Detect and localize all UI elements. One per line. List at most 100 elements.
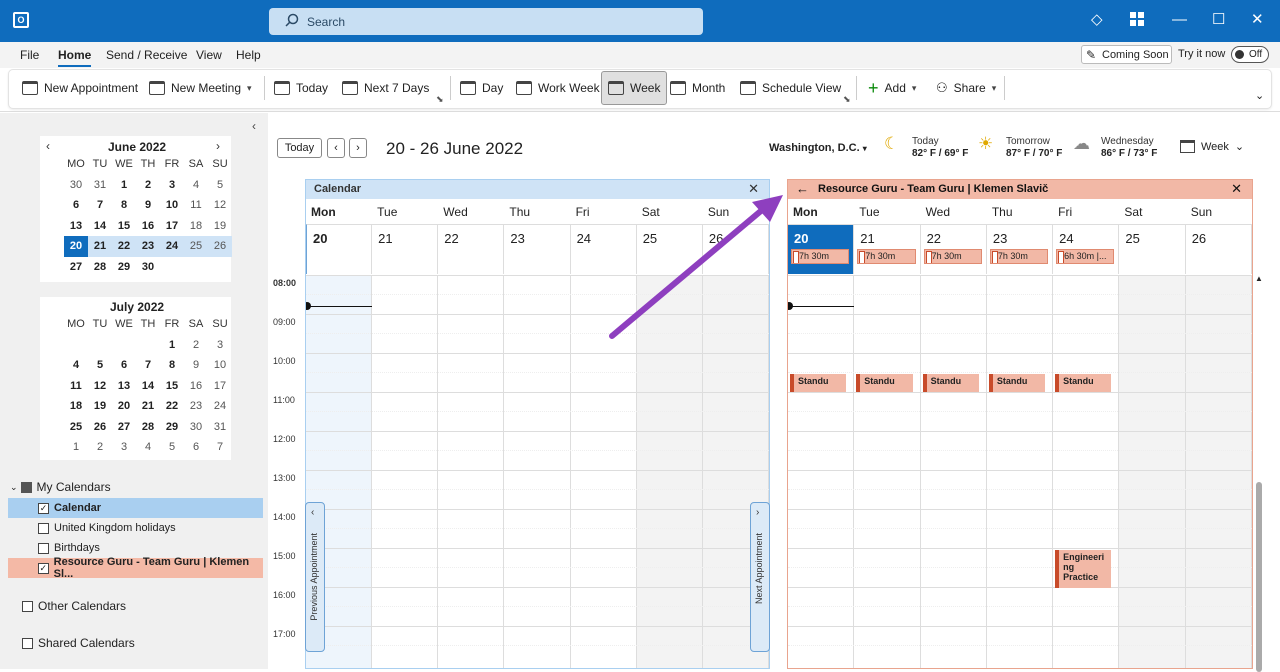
next-7-days-button[interactable]: Next 7 Days xyxy=(336,73,435,103)
minical-day[interactable]: 7 xyxy=(136,355,160,376)
weather-location[interactable]: Washington, D.C. ▾ xyxy=(769,142,867,154)
minical-day[interactable]: 1 xyxy=(112,175,136,196)
dialog-launcher-icon[interactable]: ⬊ xyxy=(843,94,851,105)
resource-guru-item[interactable]: ✓ Resource Guru - Team Guru | Klemen Sl.… xyxy=(8,556,263,580)
previous-appointment-button[interactable]: ‹ Previous Appointment xyxy=(305,502,325,652)
today-nav-button[interactable]: Today xyxy=(277,138,322,158)
minical-day[interactable]: 6 xyxy=(112,355,136,376)
allday-event[interactable]: 7h 30m xyxy=(857,249,916,264)
minical-day[interactable]: 12 xyxy=(208,195,232,216)
maximize-icon[interactable]: ☐ xyxy=(1212,12,1225,28)
close-icon[interactable]: ✕ xyxy=(1231,181,1242,197)
day-date[interactable]: 23 xyxy=(504,224,571,274)
minical-day[interactable]: 8 xyxy=(112,195,136,216)
minical-day[interactable]: 9 xyxy=(136,195,160,216)
minical-day[interactable]: 26 xyxy=(88,417,112,438)
day-column[interactable] xyxy=(1053,275,1120,668)
minical-day[interactable]: 8 xyxy=(160,355,184,376)
minical-day[interactable]: 4 xyxy=(64,355,88,376)
minical-day[interactable]: 25 xyxy=(64,417,88,438)
next-appointment-button[interactable]: › Next Appointment xyxy=(750,502,770,652)
allday-event[interactable]: 6h 30m |... xyxy=(1056,249,1115,264)
minical-day[interactable]: 13 xyxy=(112,376,136,397)
minical-day[interactable]: 28 xyxy=(88,257,112,278)
arrow-left-icon[interactable]: ← xyxy=(796,181,809,196)
add-button[interactable]: + Add ▾ xyxy=(862,73,922,103)
minical-day[interactable]: 21 xyxy=(88,236,112,257)
minical-day[interactable]: 16 xyxy=(184,376,208,397)
minical-day[interactable]: 2 xyxy=(184,335,208,356)
day-column[interactable] xyxy=(372,275,439,668)
minical-day[interactable]: 18 xyxy=(184,216,208,237)
allday-event[interactable]: 7h 30m xyxy=(791,249,850,264)
minical-day[interactable]: 28 xyxy=(136,417,160,438)
day-column[interactable] xyxy=(636,275,703,668)
minical-day[interactable]: 3 xyxy=(160,175,184,196)
minical-day[interactable]: 4 xyxy=(136,437,160,458)
minical-day[interactable]: 31 xyxy=(88,175,112,196)
minical-day[interactable]: 10 xyxy=(208,355,232,376)
ribbon-expand-icon[interactable]: ⌄ xyxy=(1255,89,1264,102)
minical-day[interactable]: 31 xyxy=(208,417,232,438)
schedule-view-button[interactable]: Schedule View xyxy=(734,73,847,103)
day-view-button[interactable]: Day xyxy=(454,73,509,103)
day-column[interactable] xyxy=(1185,275,1252,668)
minical-day[interactable]: 5 xyxy=(88,355,112,376)
minical-day[interactable]: 14 xyxy=(136,376,160,397)
minical-day[interactable]: 23 xyxy=(136,236,160,257)
today-button[interactable]: Today xyxy=(268,73,334,103)
minical-day[interactable]: 13 xyxy=(64,216,88,237)
search-box[interactable]: Search xyxy=(269,8,703,35)
other-calendars-group[interactable]: Other Calendars xyxy=(0,596,268,616)
minical-day[interactable]: 5 xyxy=(160,437,184,458)
apps-grid-icon[interactable] xyxy=(1130,12,1144,30)
day-date[interactable]: 20 xyxy=(306,224,373,274)
birthdays-checkbox[interactable] xyxy=(38,542,49,554)
menu-send-receive[interactable]: Send / Receive xyxy=(106,48,187,62)
day-column[interactable] xyxy=(438,275,505,668)
birthdays-item[interactable]: Birthdays xyxy=(8,538,263,558)
minical-day[interactable]: 24 xyxy=(208,396,232,417)
minical-day[interactable]: 29 xyxy=(160,417,184,438)
resource-guru-checkbox[interactable]: ✓ xyxy=(38,562,49,574)
close-icon[interactable]: ✕ xyxy=(748,181,759,197)
day-column[interactable] xyxy=(788,275,855,668)
minical-day[interactable]: 27 xyxy=(112,417,136,438)
other-calendars-checkbox[interactable] xyxy=(22,600,33,612)
menu-view[interactable]: View xyxy=(196,48,222,62)
minical-day[interactable]: 23 xyxy=(184,396,208,417)
my-calendars-checkbox[interactable] xyxy=(20,481,32,493)
allday-event[interactable]: 7h 30m xyxy=(989,249,1049,264)
standup-event[interactable]: Standu xyxy=(922,374,979,392)
minical-day[interactable]: 11 xyxy=(184,195,208,216)
engineering-practice-event[interactable]: Engineeri ng Practice xyxy=(1055,550,1112,588)
minical-day[interactable]: 1 xyxy=(64,437,88,458)
day-column[interactable] xyxy=(854,275,921,668)
minical-day[interactable]: 24 xyxy=(160,236,184,257)
day-column[interactable] xyxy=(570,275,637,668)
minical-day[interactable]: 5 xyxy=(208,175,232,196)
minical-day[interactable]: 30 xyxy=(64,175,88,196)
scrollbar-thumb[interactable] xyxy=(1256,482,1262,672)
minical-day[interactable]: 15 xyxy=(112,216,136,237)
minical-day[interactable]: 4 xyxy=(184,175,208,196)
day-column[interactable] xyxy=(1119,275,1186,668)
uk-holidays-item[interactable]: United Kingdom holidays xyxy=(8,518,263,538)
minical-day[interactable]: 19 xyxy=(88,396,112,417)
week-view-button[interactable]: Week xyxy=(601,71,668,105)
calendar-checkbox[interactable]: ✓ xyxy=(38,502,49,514)
minical-day[interactable]: 7 xyxy=(208,437,232,458)
minical-day[interactable]: 22 xyxy=(112,236,136,257)
coming-soon-button[interactable]: ✎ Coming Soon xyxy=(1081,45,1172,64)
minical-day[interactable]: 25 xyxy=(184,236,208,257)
menu-file[interactable]: File xyxy=(20,48,39,62)
menu-help[interactable]: Help xyxy=(236,48,261,62)
day-date[interactable]: 25 xyxy=(1119,224,1186,274)
share-button[interactable]: ⚇ Share ▾ xyxy=(930,73,1002,103)
day-column[interactable] xyxy=(504,275,571,668)
minical-day[interactable]: 2 xyxy=(88,437,112,458)
minical-day[interactable]: 11 xyxy=(64,376,88,397)
calendar-item[interactable]: ✓ Calendar xyxy=(8,498,263,518)
diamond-icon[interactable]: ◇ xyxy=(1091,12,1103,28)
minical-day[interactable]: 26 xyxy=(208,236,232,257)
